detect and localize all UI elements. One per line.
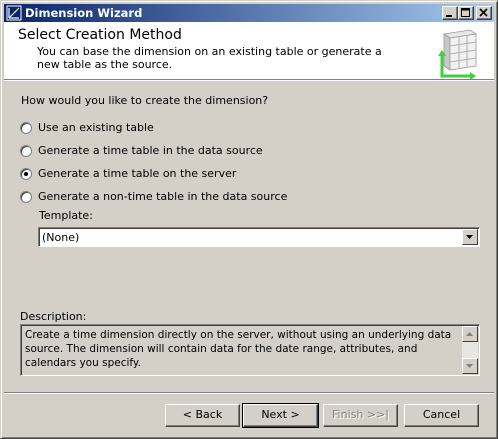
option-label: Generate a non-time table in the data so… [38, 190, 288, 203]
description-text: Create a time dimension directly on the … [25, 329, 452, 369]
option-label: Generate a time table on the server [38, 167, 237, 180]
maximize-button[interactable] [458, 6, 474, 20]
creation-question: How would you like to create the dimensi… [21, 94, 269, 107]
minimize-icon [446, 15, 452, 17]
radio-non-time-table[interactable] [20, 191, 32, 203]
back-button[interactable]: < Back [165, 404, 240, 427]
title-bar[interactable]: Dimension Wizard [4, 4, 494, 22]
next-button[interactable]: Next > [242, 403, 319, 428]
arrow-down-icon [466, 364, 473, 368]
description-box: Create a time dimension directly on the … [20, 324, 480, 376]
minimize-button[interactable] [442, 6, 458, 20]
table-wizard-icon [438, 29, 478, 80]
app-icon [6, 5, 22, 21]
page-subtitle: You can base the dimension on an existin… [37, 45, 382, 71]
page-title: Select Creation Method [18, 27, 182, 43]
wizard-header: Select Creation Method You can base the … [4, 22, 494, 81]
arrow-up-icon [466, 332, 473, 336]
radio-time-table-server[interactable] [20, 168, 32, 180]
dropdown-button[interactable] [462, 229, 478, 245]
radio-time-table-data-source[interactable] [20, 145, 32, 157]
option-label: Generate a time table in the data source [38, 144, 263, 157]
close-icon [479, 8, 488, 17]
option-label: Use an existing table [38, 121, 154, 134]
scroll-down-button[interactable] [462, 358, 478, 374]
window-title: Dimension Wizard [25, 6, 143, 20]
cancel-button[interactable]: Cancel [404, 404, 479, 427]
dimension-wizard-window: Dimension Wizard Select Creation Method … [0, 0, 498, 439]
template-label: Template: [39, 209, 93, 222]
scroll-up-button[interactable] [462, 326, 478, 342]
chevron-down-icon [466, 235, 473, 239]
finish-button[interactable]: Finish >>| [323, 404, 398, 427]
radio-existing-table[interactable] [20, 122, 32, 134]
maximize-icon [461, 8, 470, 17]
template-dropdown[interactable]: (None) [38, 227, 480, 247]
description-label: Description: [20, 310, 87, 323]
close-button[interactable] [476, 6, 492, 20]
description-scrollbar[interactable] [462, 326, 478, 374]
footer-separator-highlight [4, 393, 494, 394]
template-value: (None) [42, 231, 80, 244]
